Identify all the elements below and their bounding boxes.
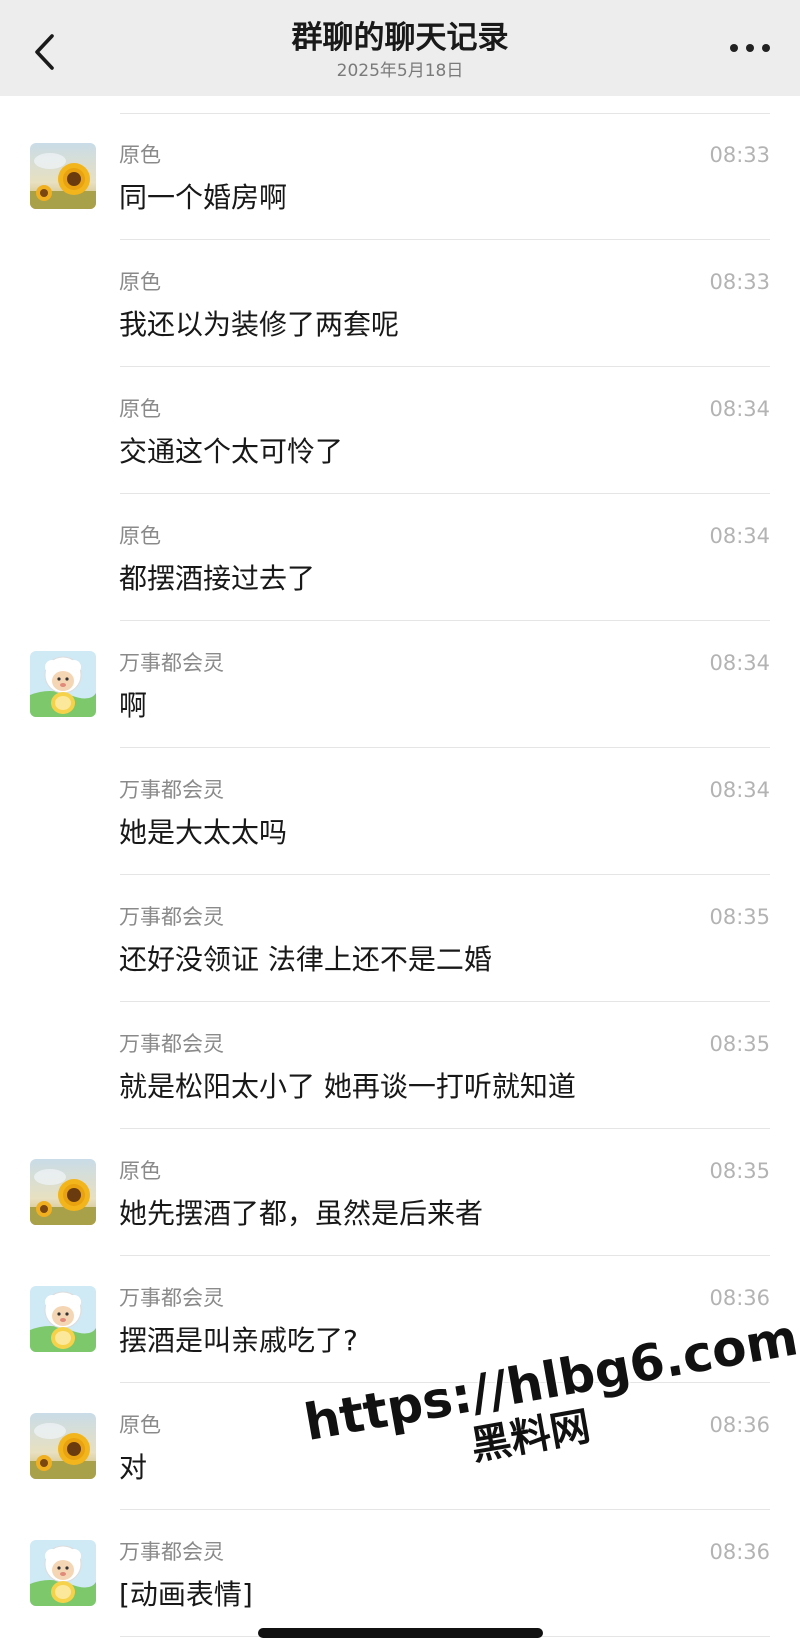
message-time: 08:35 <box>709 905 770 929</box>
message-time: 08:34 <box>709 397 770 421</box>
ellipsis-icon <box>730 44 738 52</box>
title-block: 群聊的聊天记录 2025年5月18日 <box>0 18 800 82</box>
home-indicator <box>258 1628 543 1638</box>
ellipsis-icon <box>746 44 754 52</box>
lamb-avatar-icon[interactable] <box>30 1540 96 1606</box>
sender-name: 万事都会灵 <box>119 651 224 675</box>
message-text: 同一个婚房啊 <box>119 181 288 214</box>
message-time: 08:36 <box>709 1540 770 1564</box>
message-item[interactable]: 万事都会灵 08:35 还好没领证 法律上还不是二婚 <box>0 875 800 1002</box>
message-item[interactable]: 原色 08:35 她先摆酒了都，虽然是后来者 <box>0 1129 800 1256</box>
sender-name: 原色 <box>119 270 161 294</box>
nav-bar: 群聊的聊天记录 2025年5月18日 <box>0 0 800 96</box>
message-text: 摆酒是叫亲戚吃了? <box>119 1324 358 1357</box>
message-text: 就是松阳太小了 她再谈一打听就知道 <box>119 1070 576 1103</box>
message-text: 我还以为装修了两套呢 <box>119 308 400 341</box>
sender-name: 万事都会灵 <box>119 778 224 802</box>
more-button[interactable] <box>730 38 770 58</box>
ellipsis-icon <box>762 44 770 52</box>
message-item[interactable]: 万事都会灵 08:34 她是大太太吗 <box>0 748 800 875</box>
message-text: 她先摆酒了都，虽然是后来者 <box>119 1197 484 1230</box>
message-item[interactable]: 原色 08:33 我还以为装修了两套呢 <box>0 240 800 367</box>
sender-name: 万事都会灵 <box>119 1286 224 1310</box>
message-text: 啊 <box>119 689 148 722</box>
message-item[interactable]: 原色 08:34 都摆酒接过去了 <box>0 494 800 621</box>
sender-name: 万事都会灵 <box>119 1540 224 1564</box>
message-time: 08:35 <box>709 1159 770 1183</box>
message-item[interactable]: 万事都会灵 08:34 啊 <box>0 621 800 748</box>
message-time: 08:36 <box>709 1286 770 1310</box>
message-time: 08:35 <box>709 1032 770 1056</box>
sender-name: 原色 <box>119 397 161 421</box>
sender-name: 原色 <box>119 524 161 548</box>
message-time: 08:33 <box>709 270 770 294</box>
message-time: 08:34 <box>709 651 770 675</box>
sunflower-avatar-icon[interactable] <box>30 1413 96 1479</box>
message-item[interactable]: 原色 08:34 交通这个太可怜了 <box>0 367 800 494</box>
message-text: 她是大太太吗 <box>119 816 288 849</box>
message-text: 对 <box>119 1451 148 1484</box>
message-text: 都摆酒接过去了 <box>119 562 316 595</box>
sender-name: 原色 <box>119 143 161 167</box>
message-time: 08:34 <box>709 778 770 802</box>
sender-name: 万事都会灵 <box>119 905 224 929</box>
sunflower-avatar-icon[interactable] <box>30 143 96 209</box>
message-time: 08:34 <box>709 524 770 548</box>
page-title: 群聊的聊天记录 <box>291 20 509 56</box>
sender-name: 原色 <box>119 1159 161 1183</box>
message-text: 交通这个太可怜了 <box>119 435 344 468</box>
message-item[interactable]: 万事都会灵 08:35 就是松阳太小了 她再谈一打听就知道 <box>0 1002 800 1129</box>
message-item[interactable]: 原色 08:33 同一个婚房啊 <box>0 113 800 240</box>
sender-name: 万事都会灵 <box>119 1032 224 1056</box>
sunflower-avatar-icon[interactable] <box>30 1159 96 1225</box>
lamb-avatar-icon[interactable] <box>30 1286 96 1352</box>
message-text: 还好没领证 法律上还不是二婚 <box>119 943 492 976</box>
chat-date: 2025年5月18日 <box>336 61 464 81</box>
sender-name: 原色 <box>119 1413 161 1437</box>
lamb-avatar-icon[interactable] <box>30 651 96 717</box>
message-text: [动画表情] <box>119 1578 253 1611</box>
message-item[interactable]: 万事都会灵 08:36 [动画表情] <box>0 1510 800 1637</box>
message-time: 08:33 <box>709 143 770 167</box>
